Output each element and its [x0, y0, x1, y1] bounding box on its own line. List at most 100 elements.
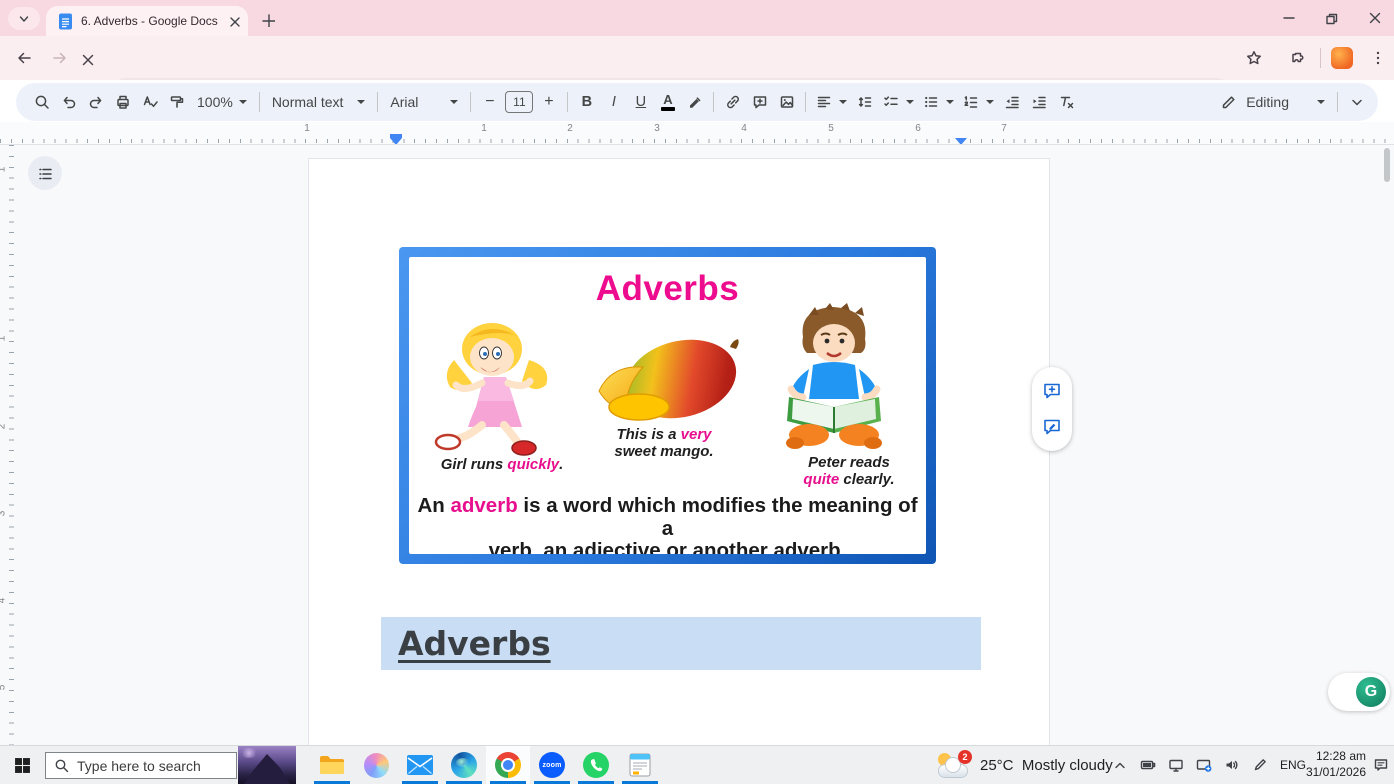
- new-tab-button[interactable]: [256, 8, 280, 32]
- horizontal-ruler[interactable]: 1 1 2 3 4 5 6 7: [0, 122, 1394, 144]
- font-select[interactable]: Arial: [383, 88, 465, 116]
- numbered-list-select[interactable]: [958, 88, 998, 116]
- ruler-number: 5: [828, 123, 834, 134]
- tray-clock[interactable]: 12:28 am 31/01/2026: [1310, 746, 1366, 784]
- print-button[interactable]: [109, 88, 136, 116]
- tab-search-button[interactable]: [8, 7, 40, 30]
- forward-arrow-icon: [51, 49, 69, 67]
- mango-illustration: [581, 335, 743, 427]
- bulleted-list-select[interactable]: [918, 88, 958, 116]
- tray-language[interactable]: ENG: [1276, 746, 1310, 784]
- toolbar-divider: [713, 92, 714, 112]
- styles-select[interactable]: Normal text: [265, 88, 373, 116]
- decrease-font-size-button[interactable]: −: [476, 88, 503, 116]
- start-button[interactable]: [0, 746, 44, 784]
- extension-shortcut[interactable]: [1328, 44, 1356, 72]
- clear-formatting-button[interactable]: [1052, 88, 1079, 116]
- caret-down-icon: [450, 100, 458, 104]
- ruler-number: 1: [0, 167, 7, 173]
- ruler-number: 4: [741, 123, 747, 134]
- taskbar-notepad[interactable]: [618, 746, 662, 784]
- add-comment-icon[interactable]: [1041, 380, 1063, 402]
- paint-format-button[interactable]: [163, 88, 190, 116]
- zoom-select[interactable]: 100%: [190, 88, 254, 116]
- search-menus-button[interactable]: [28, 88, 55, 116]
- text-color-button[interactable]: A: [654, 88, 681, 116]
- first-line-indent-marker[interactable]: [390, 134, 402, 138]
- taskbar-weather[interactable]: 2 25°C Mostly cloudy: [936, 746, 1113, 784]
- highlighter-icon: [686, 93, 704, 111]
- taskbar-mail[interactable]: [398, 746, 442, 784]
- speaker-icon: [1224, 757, 1240, 773]
- increase-indent-button[interactable]: [1025, 88, 1052, 116]
- spell-check-button[interactable]: [136, 88, 163, 116]
- line-spacing-button[interactable]: [851, 88, 878, 116]
- browser-menu-button[interactable]: [1364, 44, 1392, 72]
- mode-select[interactable]: Editing: [1213, 88, 1332, 116]
- underline-button[interactable]: U: [627, 88, 654, 116]
- extensions-button[interactable]: [1284, 44, 1312, 72]
- increase-font-size-button[interactable]: +: [535, 88, 562, 116]
- search-highlight-image[interactable]: [238, 746, 296, 784]
- pen-icon: [1252, 757, 1268, 773]
- clock-date: 31/01/2026: [1306, 765, 1366, 781]
- whatsapp-icon: [583, 752, 609, 778]
- back-button[interactable]: [10, 44, 38, 72]
- insert-link-button[interactable]: [719, 88, 746, 116]
- suggest-edit-icon[interactable]: [1041, 416, 1063, 438]
- tray-show-hidden-icons[interactable]: [1106, 746, 1134, 784]
- tray-pen[interactable]: [1246, 746, 1274, 784]
- vertical-ruler[interactable]: 1 1 2 3 4 5: [0, 145, 14, 745]
- taskbar-whatsapp[interactable]: [574, 746, 618, 784]
- ruler-number: 2: [567, 123, 573, 134]
- font-size-field[interactable]: 11: [505, 91, 533, 113]
- toolbar-divider: [377, 92, 378, 112]
- tray-screen-share[interactable]: [1190, 746, 1218, 784]
- forward-button[interactable]: [46, 44, 74, 72]
- italic-button[interactable]: I: [600, 88, 627, 116]
- grammarly-widget[interactable]: G: [1328, 673, 1390, 711]
- selected-heading-highlight[interactable]: Adverbs: [381, 617, 981, 670]
- bold-button[interactable]: B: [573, 88, 600, 116]
- checklist-select[interactable]: [878, 88, 918, 116]
- tray-volume[interactable]: [1218, 746, 1246, 784]
- mail-icon: [407, 755, 433, 775]
- window-close-button[interactable]: [1360, 5, 1390, 31]
- tray-battery[interactable]: [1134, 746, 1162, 784]
- decrease-indent-button[interactable]: [998, 88, 1025, 116]
- bookmark-button[interactable]: [1240, 44, 1268, 72]
- browser-tab[interactable]: 6. Adverbs - Google Docs: [46, 6, 248, 36]
- undo-button[interactable]: [55, 88, 82, 116]
- zoom-value: 100%: [197, 94, 233, 110]
- browser-titlebar: 6. Adverbs - Google Docs: [0, 0, 1394, 36]
- window-restore-button[interactable]: [1316, 5, 1346, 31]
- document-page[interactable]: Adverbs: [308, 158, 1050, 745]
- tab-close-icon[interactable]: [229, 16, 240, 27]
- scrollbar-thumb[interactable]: [1384, 148, 1390, 182]
- stop-loading-button[interactable]: [72, 44, 100, 72]
- highlight-color-button[interactable]: [681, 88, 708, 116]
- document-canvas[interactable]: 1 1 2 3 4 5 Adverbs: [0, 144, 1394, 745]
- taskbar-search-box[interactable]: Type here to search: [45, 752, 237, 779]
- adverbs-poster-image[interactable]: Adverbs: [399, 247, 936, 564]
- spellcheck-icon: [141, 93, 159, 111]
- tray-action-center[interactable]: [1368, 746, 1394, 784]
- hide-menus-button[interactable]: [1343, 88, 1370, 116]
- taskbar-zoom[interactable]: zoom: [530, 746, 574, 784]
- document-heading[interactable]: Adverbs: [398, 624, 551, 663]
- show-document-outline-button[interactable]: [28, 156, 62, 190]
- insert-image-button[interactable]: [773, 88, 800, 116]
- taskbar-chrome-active[interactable]: [486, 746, 530, 784]
- window-minimize-button[interactable]: [1274, 5, 1304, 31]
- align-select[interactable]: [811, 88, 851, 116]
- tray-display[interactable]: [1162, 746, 1190, 784]
- taskbar-file-explorer[interactable]: [310, 746, 354, 784]
- caret-down-icon: [906, 100, 914, 104]
- taskbar-edge[interactable]: [442, 746, 486, 784]
- add-comment-button[interactable]: [746, 88, 773, 116]
- taskbar-copilot[interactable]: [354, 746, 398, 784]
- redo-button[interactable]: [82, 88, 109, 116]
- adverb-word: adverb: [450, 494, 517, 517]
- styles-value: Normal text: [272, 94, 344, 110]
- link-icon: [724, 93, 742, 111]
